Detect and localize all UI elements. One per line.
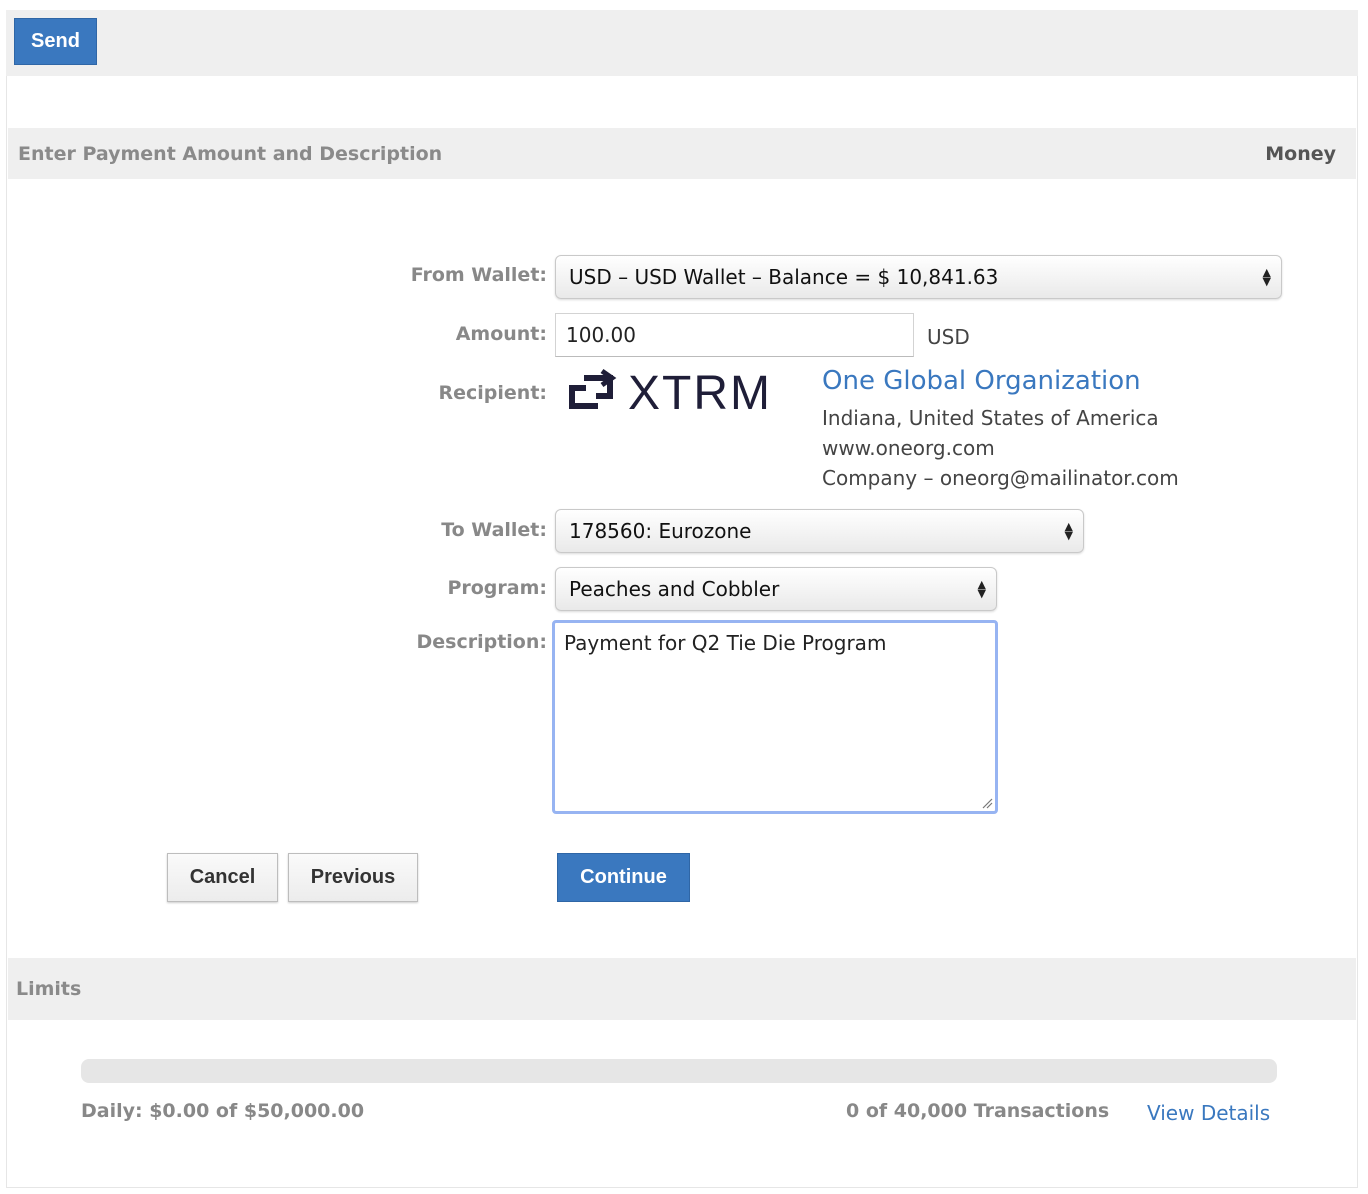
from-wallet-select[interactable]: USD – USD Wallet – Balance = $ 10,841.63…: [555, 255, 1282, 299]
amount-currency: USD: [927, 325, 970, 349]
limits-title: Limits: [16, 978, 82, 1000]
amount-label: Amount:: [455, 323, 547, 345]
recipient-contact: Company – oneorg@mailinator.com: [822, 466, 1179, 490]
description-value: Payment for Q2 Tie Die Program: [564, 631, 887, 655]
amount-input[interactable]: 100.00: [555, 313, 914, 357]
from-wallet-label: From Wallet:: [410, 264, 547, 286]
resize-grip-icon[interactable]: [981, 797, 993, 809]
previous-button[interactable]: Previous: [288, 853, 418, 902]
up-down-arrows-icon: ▲ ▼: [1064, 520, 1073, 542]
program-label: Program:: [447, 577, 547, 599]
send-button[interactable]: Send: [14, 18, 97, 65]
section-type-label: Money: [1265, 142, 1336, 165]
xtrm-logo-icon: XTRM: [566, 366, 796, 420]
limits-header: Limits: [8, 958, 1356, 1020]
top-toolbar: [6, 10, 1358, 76]
up-down-arrows-icon: ▲ ▼: [977, 578, 986, 600]
to-wallet-value: 178560: Eurozone: [569, 519, 752, 543]
transactions-limit-text: 0 of 40,000 Transactions: [846, 1100, 1110, 1122]
recipient-name-link[interactable]: One Global Organization: [822, 366, 1141, 396]
description-label: Description:: [416, 631, 548, 653]
daily-limit-progress-bar: [81, 1059, 1277, 1083]
view-details-link[interactable]: View Details: [1147, 1101, 1270, 1125]
program-value: Peaches and Cobbler: [569, 577, 780, 601]
recipient-website: www.oneorg.com: [822, 436, 995, 460]
from-wallet-value: USD – USD Wallet – Balance = $ 10,841.63: [569, 265, 999, 289]
program-select[interactable]: Peaches and Cobbler ▲ ▼: [555, 567, 997, 611]
recipient-label: Recipient:: [438, 382, 548, 404]
to-wallet-label: To Wallet:: [441, 519, 547, 541]
logo-text: XTRM: [628, 367, 772, 418]
continue-button[interactable]: Continue: [557, 853, 690, 902]
to-wallet-select[interactable]: 178560: Eurozone ▲ ▼: [555, 509, 1084, 553]
daily-limit-text: Daily: $0.00 of $50,000.00: [81, 1100, 365, 1122]
section-title: Enter Payment Amount and Description: [18, 142, 443, 165]
cancel-button[interactable]: Cancel: [167, 853, 278, 902]
up-down-arrows-icon: ▲ ▼: [1262, 266, 1271, 288]
description-textarea[interactable]: Payment for Q2 Tie Die Program: [552, 620, 998, 814]
recipient-location: Indiana, United States of America: [822, 406, 1159, 430]
section-header: Enter Payment Amount and Description Mon…: [8, 128, 1356, 179]
